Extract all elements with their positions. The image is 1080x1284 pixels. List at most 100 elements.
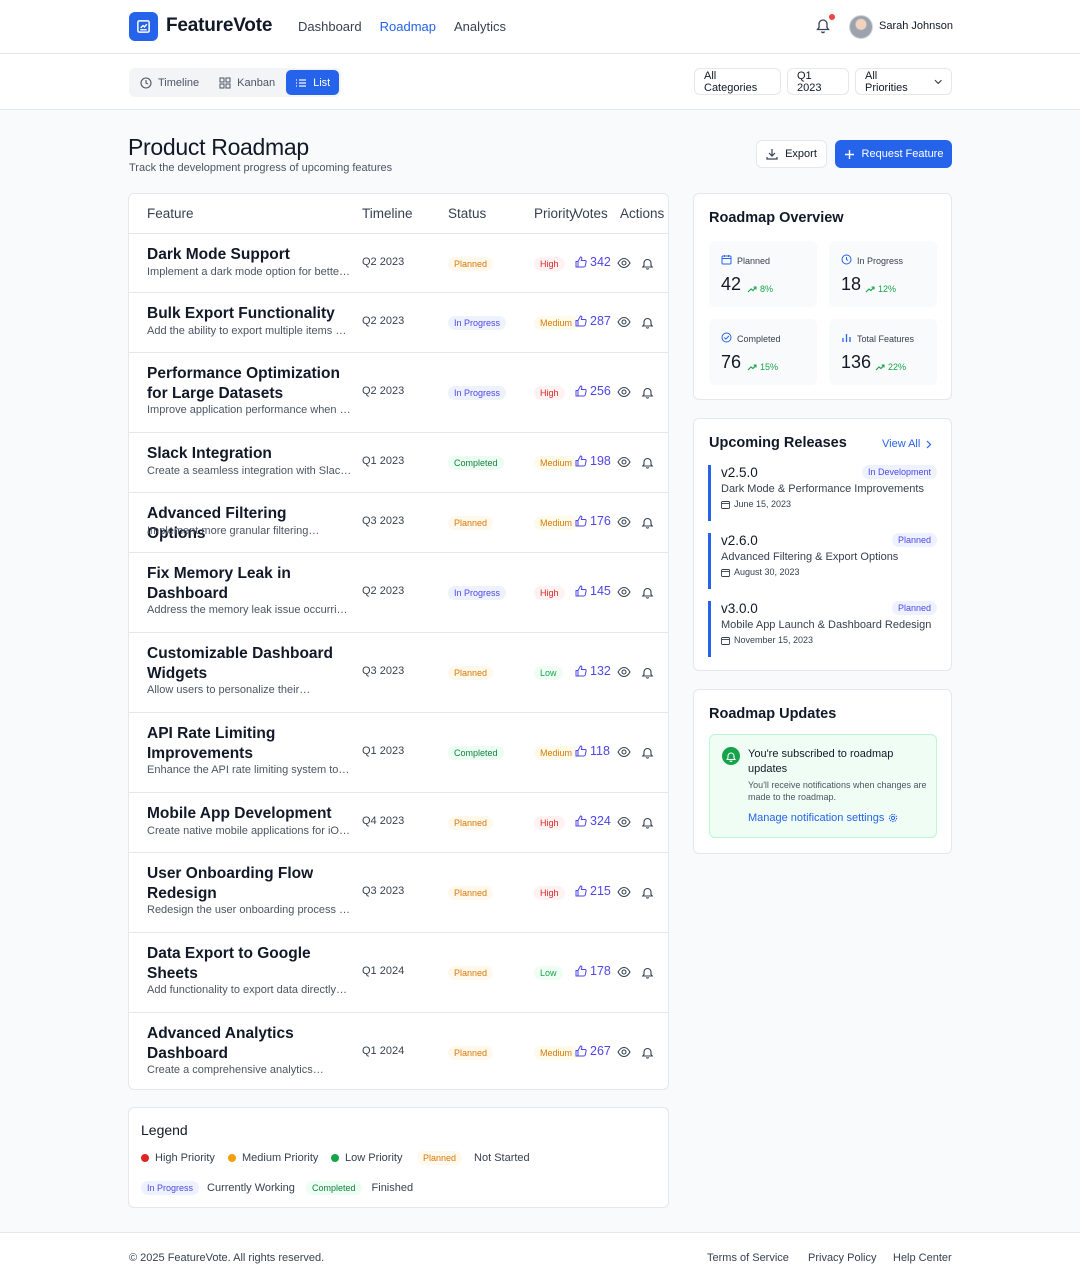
eye-icon[interactable] bbox=[617, 816, 631, 828]
app-name[interactable]: FeatureVote bbox=[166, 15, 272, 37]
priority-badge: Medium bbox=[534, 516, 579, 530]
eye-icon[interactable] bbox=[617, 386, 631, 398]
legend-card: Legend High Priority Medium Priority Low… bbox=[128, 1107, 669, 1208]
vote-button[interactable]: 215 bbox=[575, 884, 611, 898]
vote-button[interactable]: 267 bbox=[575, 1044, 611, 1058]
priority-badge: Low bbox=[534, 966, 563, 980]
header-votes[interactable]: Votes bbox=[574, 206, 608, 221]
table-row[interactable]: API Rate Limiting Improvements Enhance th… bbox=[129, 713, 668, 793]
bell-icon[interactable] bbox=[641, 257, 654, 270]
legend-completed-badge: Completed bbox=[306, 1181, 362, 1195]
eye-icon[interactable] bbox=[617, 316, 631, 328]
table-row[interactable]: Mobile App Development Create native mobi… bbox=[129, 793, 668, 853]
table-row[interactable]: Performance Optimization for Large Datas… bbox=[129, 353, 668, 433]
bell-icon[interactable] bbox=[641, 1046, 654, 1059]
request-feature-button[interactable]: Request Feature bbox=[835, 140, 952, 168]
vote-button[interactable]: 176 bbox=[575, 514, 611, 528]
eye-icon[interactable] bbox=[617, 666, 631, 678]
feature-name[interactable]: Dark Mode Support bbox=[147, 245, 347, 265]
feature-name[interactable]: Advanced Analytics Dashboard bbox=[147, 1024, 347, 1064]
vote-button[interactable]: 342 bbox=[575, 255, 611, 269]
vote-button[interactable]: 132 bbox=[575, 664, 611, 678]
bell-icon[interactable] bbox=[641, 386, 654, 399]
feature-name[interactable]: API Rate Limiting Improvements bbox=[147, 724, 347, 764]
feature-name[interactable]: Performance Optimization for Large Datas… bbox=[147, 364, 347, 404]
vote-button[interactable]: 324 bbox=[575, 814, 611, 828]
footer-terms-link[interactable]: Terms of Service bbox=[707, 1252, 789, 1264]
header-priority[interactable]: Priority bbox=[534, 206, 576, 221]
feature-name[interactable]: Slack Integration bbox=[147, 444, 347, 464]
bell-icon[interactable] bbox=[641, 516, 654, 529]
legend-completed-text: Finished bbox=[371, 1182, 414, 1194]
vote-button[interactable]: 145 bbox=[575, 584, 611, 598]
user-name[interactable]: Sarah Johnson bbox=[879, 20, 953, 32]
quarter-select[interactable]: Q1 2023 bbox=[787, 68, 849, 95]
eye-icon[interactable] bbox=[617, 257, 631, 269]
header-timeline[interactable]: Timeline bbox=[362, 206, 413, 221]
feature-timeline: Q1 2024 bbox=[362, 1045, 405, 1057]
bell-icon[interactable] bbox=[641, 746, 654, 759]
view-list-button[interactable]: List bbox=[286, 70, 340, 95]
feature-timeline: Q4 2023 bbox=[362, 815, 405, 827]
table-row[interactable]: Fix Memory Leak in Dashboard Address the … bbox=[129, 553, 668, 633]
status-badge: Planned bbox=[448, 666, 494, 680]
avatar[interactable] bbox=[849, 15, 873, 39]
table-row[interactable]: Bulk Export Functionality Add the ability… bbox=[129, 293, 668, 353]
vote-button[interactable]: 256 bbox=[575, 384, 611, 398]
eye-icon[interactable] bbox=[617, 1046, 631, 1058]
bell-icon[interactable] bbox=[641, 666, 654, 679]
release-item[interactable]: v3.0.0 Planned Mobile App Launch & Dashboa… bbox=[708, 601, 937, 657]
eye-icon[interactable] bbox=[617, 516, 631, 528]
header-feature[interactable]: Feature bbox=[147, 206, 194, 221]
bell-icon[interactable] bbox=[641, 316, 654, 329]
nav-dashboard[interactable]: Dashboard bbox=[298, 19, 362, 34]
release-item[interactable]: v2.6.0 Planned Advanced Filtering & Export… bbox=[708, 533, 937, 589]
feature-name[interactable]: Bulk Export Functionality bbox=[147, 304, 347, 324]
logo-icon[interactable] bbox=[129, 12, 158, 41]
feature-name[interactable]: Fix Memory Leak in Dashboard bbox=[147, 564, 347, 604]
table-row[interactable]: Dark Mode Support Implement a dark mode o… bbox=[129, 234, 668, 293]
footer-privacy-link[interactable]: Privacy Policy bbox=[808, 1252, 876, 1264]
table-row[interactable]: Customizable Dashboard Widgets Allow user… bbox=[129, 633, 668, 713]
header-status[interactable]: Status bbox=[448, 206, 486, 221]
view-timeline-button[interactable]: Timeline bbox=[131, 70, 208, 95]
eye-icon[interactable] bbox=[617, 586, 631, 598]
table-row[interactable]: Advanced Analytics Dashboard Create a com… bbox=[129, 1013, 668, 1089]
nav-roadmap[interactable]: Roadmap bbox=[380, 19, 436, 34]
table-row[interactable]: User Onboarding Flow Redesign Redesign th… bbox=[129, 853, 668, 933]
legend-title: Legend bbox=[141, 1122, 188, 1138]
feature-name[interactable]: Data Export to Google Sheets bbox=[147, 944, 347, 984]
bell-icon[interactable] bbox=[641, 456, 654, 469]
footer-help-link[interactable]: Help Center bbox=[893, 1252, 952, 1264]
feature-name[interactable]: User Onboarding Flow Redesign bbox=[147, 864, 347, 904]
nav-analytics[interactable]: Analytics bbox=[454, 19, 506, 34]
view-all-link[interactable]: View All bbox=[882, 438, 932, 450]
release-item[interactable]: v2.5.0 In Development Dark Mode & Performa… bbox=[708, 465, 937, 521]
export-button[interactable]: Export bbox=[756, 140, 827, 168]
eye-icon[interactable] bbox=[617, 966, 631, 978]
table-row[interactable]: Slack Integration Create a seamless integ… bbox=[129, 433, 668, 493]
eye-icon[interactable] bbox=[617, 886, 631, 898]
vote-button[interactable]: 178 bbox=[575, 964, 611, 978]
feature-name[interactable]: Mobile App Development bbox=[147, 804, 347, 824]
priority-select[interactable]: All Priorities bbox=[855, 68, 952, 95]
eye-icon[interactable] bbox=[617, 456, 631, 468]
notifications-bell-icon[interactable] bbox=[815, 14, 835, 35]
eye-icon[interactable] bbox=[617, 746, 631, 758]
bell-icon[interactable] bbox=[641, 886, 654, 899]
status-badge: Planned bbox=[448, 886, 494, 900]
view-kanban-button[interactable]: Kanban bbox=[210, 70, 284, 95]
table-row[interactable]: Advanced Filtering Options Implement more… bbox=[129, 493, 668, 553]
bell-icon[interactable] bbox=[641, 586, 654, 599]
vote-button[interactable]: 118 bbox=[575, 744, 610, 758]
category-select[interactable]: All Categories bbox=[694, 68, 781, 95]
feature-name[interactable]: Advanced Filtering Options bbox=[147, 504, 347, 544]
manage-notifications-link[interactable]: Manage notification settings bbox=[748, 812, 898, 824]
bell-icon[interactable] bbox=[641, 816, 654, 829]
feature-name[interactable]: Customizable Dashboard Widgets bbox=[147, 644, 347, 684]
vote-button[interactable]: 287 bbox=[575, 314, 611, 328]
vote-button[interactable]: 198 bbox=[575, 454, 611, 468]
table-row[interactable]: Data Export to Google Sheets Add function… bbox=[129, 933, 668, 1013]
bell-icon[interactable] bbox=[641, 966, 654, 979]
vote-count: 198 bbox=[590, 454, 611, 468]
